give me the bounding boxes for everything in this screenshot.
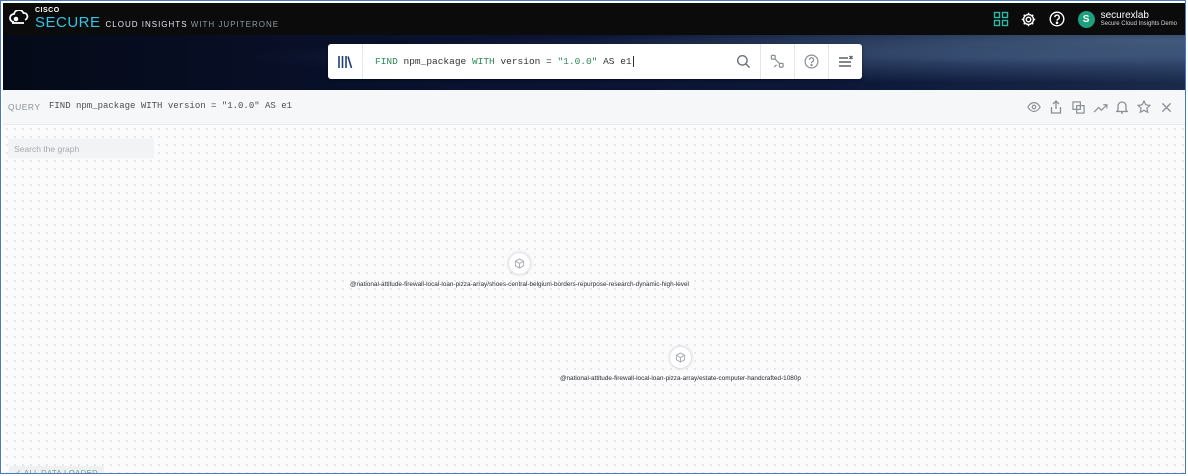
brand-subtitle: CLOUD INSIGHTS WITH JUPITERONE	[106, 21, 280, 29]
trend-icon[interactable]	[1089, 98, 1111, 116]
share-icon[interactable]	[1045, 98, 1067, 116]
brand-subtitle-a: CLOUD INSIGHTS	[105, 20, 188, 29]
package-icon	[668, 346, 692, 369]
brand-subtitle-b: WITH JUPITERONE	[190, 20, 280, 29]
search-icon[interactable]	[727, 44, 760, 79]
star-icon[interactable]	[1133, 98, 1155, 116]
data-loaded-status: ✓ ALL DATA LOADED	[9, 466, 105, 473]
graph-node[interactable]: @national-attitude-firewall-local-loan-p…	[560, 346, 801, 382]
text-cursor	[632, 56, 634, 67]
builder-icon[interactable]	[760, 44, 794, 79]
brand-secure: SECURE	[35, 14, 101, 31]
apps-grid-icon[interactable]	[990, 8, 1012, 30]
library-icon[interactable]	[328, 44, 363, 79]
gear-icon[interactable]	[1018, 8, 1040, 30]
query-alias: e1	[620, 56, 632, 67]
node-label: @national-attitude-firewall-local-loan-p…	[560, 375, 801, 382]
search-hero: FIND npm_package WITH version = "1.0.0" …	[3, 35, 1185, 90]
query-entity: npm_package	[397, 56, 472, 67]
query-kw-with: WITH	[471, 56, 495, 67]
app-window: CISCO SECURE CLOUD INSIGHTS WITH JUPITER…	[0, 0, 1186, 474]
node-label: @national-attitude-firewall-local-loan-p…	[350, 281, 689, 288]
product-logo[interactable]: CISCO SECURE CLOUD INSIGHTS WITH JUPITER…	[9, 7, 279, 30]
query-kw-as: AS	[597, 56, 621, 67]
graph-canvas[interactable]: @national-attitude-firewall-local-loan-p…	[3, 125, 1185, 473]
bell-icon[interactable]	[1111, 98, 1133, 116]
user-menu[interactable]: securexlab Secure Cloud Insights Demo	[1101, 10, 1177, 28]
query-text: FIND npm_package WITH version = "1.0.0" …	[49, 101, 293, 111]
query-condition: version =	[494, 56, 558, 67]
query-value: "1.0.0"	[557, 56, 598, 67]
query-kw-find: FIND	[375, 56, 398, 67]
avatar[interactable]: S	[1077, 10, 1095, 28]
user-name: securexlab	[1100, 10, 1149, 22]
graph-search-input[interactable]	[8, 139, 154, 158]
top-header: CISCO SECURE CLOUD INSIGHTS WITH JUPITER…	[3, 3, 1185, 35]
query-input[interactable]: FIND npm_package WITH version = "1.0.0" …	[363, 56, 727, 67]
query-label: QUERY	[8, 102, 41, 112]
graph-node[interactable]: @national-attitude-firewall-local-loan-p…	[350, 252, 689, 288]
query-actions	[1023, 98, 1177, 116]
help-icon[interactable]	[794, 44, 828, 79]
help-icon[interactable]	[1046, 8, 1068, 30]
copy-icon[interactable]	[1067, 98, 1089, 116]
eye-icon[interactable]	[1023, 98, 1045, 116]
brand-cisco: CISCO	[35, 7, 60, 14]
menu-clear-icon[interactable]	[828, 44, 862, 79]
query-search-box[interactable]: FIND npm_package WITH version = "1.0.0" …	[328, 44, 862, 79]
close-icon[interactable]	[1155, 98, 1177, 116]
cloud-logo-icon	[9, 10, 29, 24]
query-result-bar: QUERY FIND npm_package WITH version = "1…	[3, 90, 1185, 125]
package-icon	[507, 252, 531, 275]
user-org: Secure Cloud Insights Demo	[1100, 21, 1177, 28]
header-actions: S securexlab Secure Cloud Insights Demo	[984, 8, 1177, 30]
